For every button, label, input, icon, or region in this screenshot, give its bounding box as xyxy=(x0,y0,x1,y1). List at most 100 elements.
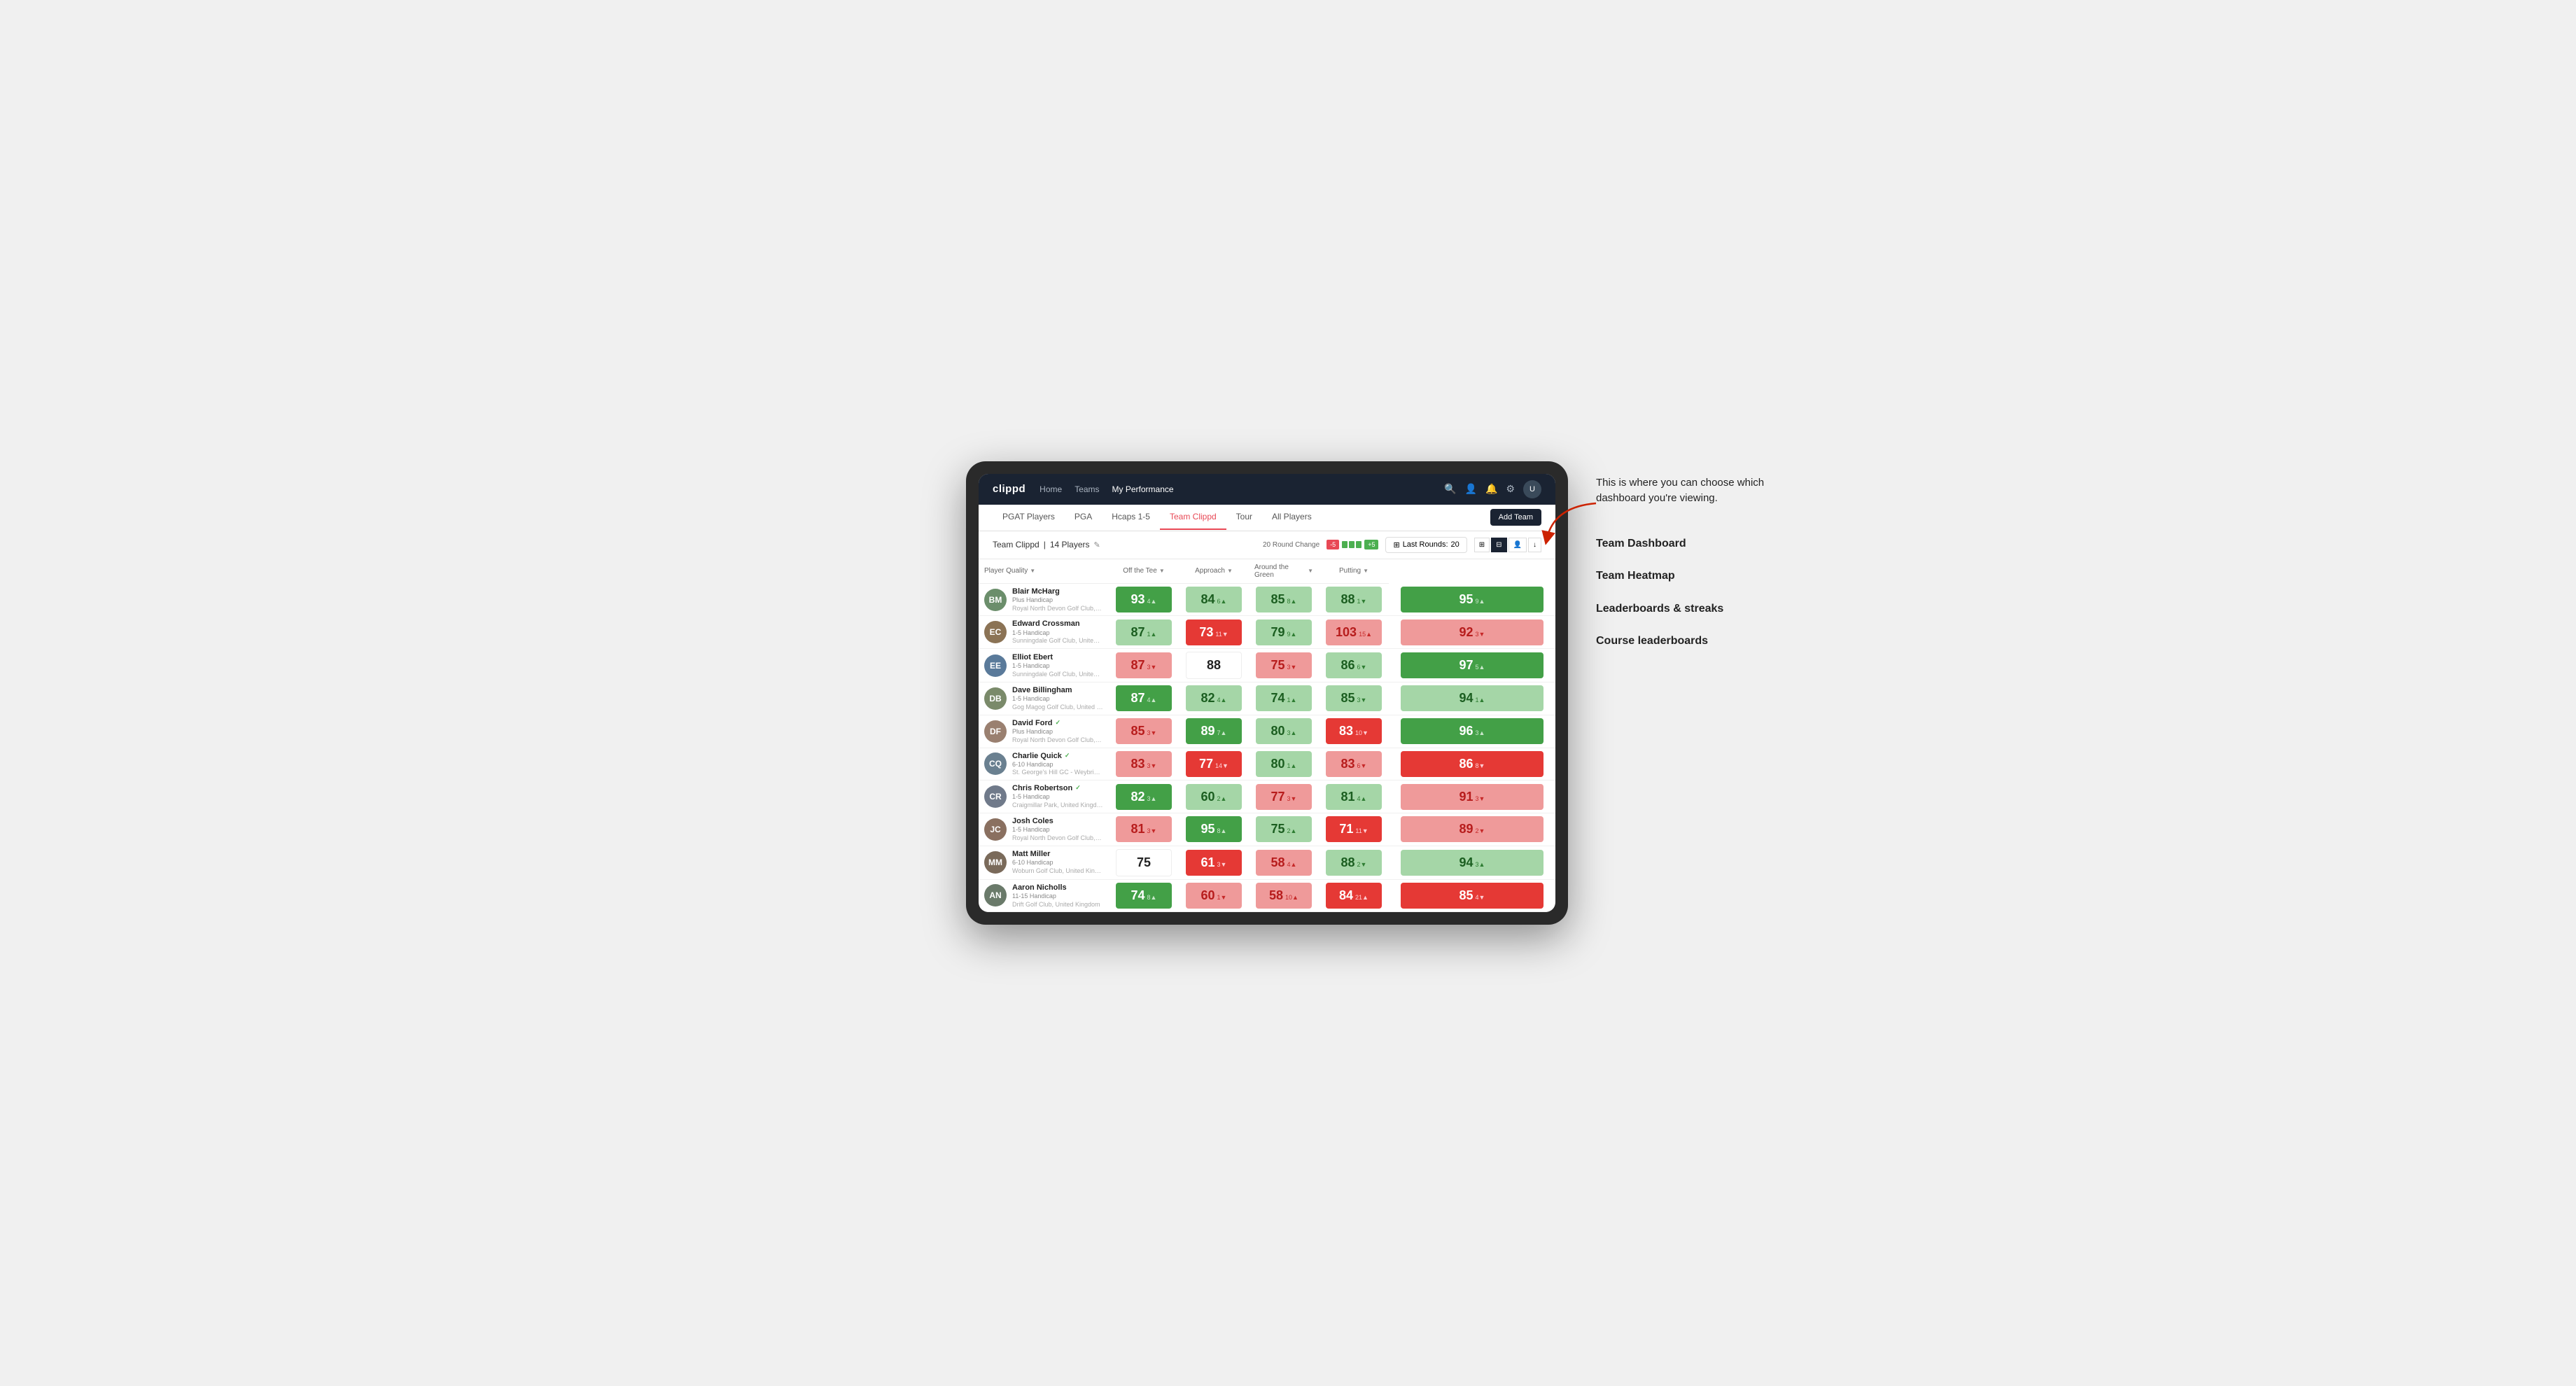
score-cell-6-4[interactable]: 91 3▼ xyxy=(1389,780,1555,813)
score-cell-6-2[interactable]: 77 3▼ xyxy=(1249,780,1319,813)
score-main: 58 xyxy=(1271,855,1285,870)
score-cell-5-0[interactable]: 83 3▼ xyxy=(1109,748,1179,780)
score-cell-5-2[interactable]: 80 1▲ xyxy=(1249,748,1319,780)
score-cell-1-0[interactable]: 87 1▲ xyxy=(1109,616,1179,649)
score-cell-9-3[interactable]: 84 21▲ xyxy=(1319,879,1389,912)
table-row[interactable]: CR Chris Robertson ✓ 1-5 Handicap Craigm… xyxy=(979,780,1555,813)
score-cell-0-0[interactable]: 93 4▲ xyxy=(1109,583,1179,616)
score-main: 60 xyxy=(1201,790,1215,804)
score-cell-9-1[interactable]: 60 1▼ xyxy=(1179,879,1249,912)
table-row[interactable]: AN Aaron Nicholls 11-15 Handicap Drift G… xyxy=(979,879,1555,912)
score-cell-6-1[interactable]: 60 2▲ xyxy=(1179,780,1249,813)
score-main: 71 xyxy=(1339,822,1353,836)
score-change: 4▲ xyxy=(1217,696,1227,704)
score-cell-6-3[interactable]: 81 4▲ xyxy=(1319,780,1389,813)
score-cell-7-1[interactable]: 95 8▲ xyxy=(1179,813,1249,846)
score-box: 82 4▲ xyxy=(1186,685,1241,711)
view-list-button[interactable]: ⊟ xyxy=(1491,538,1506,552)
last-rounds-button[interactable]: ⊞ Last Rounds: 20 xyxy=(1385,537,1466,553)
table-row[interactable]: EC Edward Crossman 1-5 Handicap Sunningd… xyxy=(979,616,1555,649)
search-icon[interactable]: 🔍 xyxy=(1444,483,1456,495)
view-grid-button[interactable]: ⊞ xyxy=(1474,538,1490,552)
score-cell-2-3[interactable]: 86 6▼ xyxy=(1319,649,1389,682)
score-cell-3-1[interactable]: 82 4▲ xyxy=(1179,682,1249,715)
score-cell-3-3[interactable]: 85 3▼ xyxy=(1319,682,1389,715)
score-cell-8-3[interactable]: 88 2▼ xyxy=(1319,846,1389,879)
score-cell-1-4[interactable]: 92 3▼ xyxy=(1389,616,1555,649)
score-change: 3▼ xyxy=(1357,696,1367,704)
subnav-tour[interactable]: Tour xyxy=(1226,505,1262,530)
player-name: Chris Robertson ✓ xyxy=(1012,783,1103,793)
table-row[interactable]: MM Matt Miller 6-10 Handicap Woburn Golf… xyxy=(979,846,1555,879)
subnav-pga[interactable]: PGA xyxy=(1065,505,1102,530)
nav-link-myperformance[interactable]: My Performance xyxy=(1112,484,1174,494)
table-row[interactable]: BM Blair McHarg Plus Handicap Royal Nort… xyxy=(979,583,1555,616)
table-row[interactable]: JC Josh Coles 1-5 Handicap Royal North D… xyxy=(979,813,1555,846)
score-cell-5-3[interactable]: 83 6▼ xyxy=(1319,748,1389,780)
score-cell-3-2[interactable]: 74 1▲ xyxy=(1249,682,1319,715)
score-cell-8-0[interactable]: 75 xyxy=(1109,846,1179,879)
score-cell-4-2[interactable]: 80 3▲ xyxy=(1249,715,1319,748)
table-row[interactable]: EE Elliot Ebert 1-5 Handicap Sunningdale… xyxy=(979,649,1555,682)
score-cell-4-0[interactable]: 85 3▼ xyxy=(1109,715,1179,748)
player-name: Matt Miller xyxy=(1012,849,1103,859)
score-cell-2-0[interactable]: 87 3▼ xyxy=(1109,649,1179,682)
score-cell-9-2[interactable]: 58 10▲ xyxy=(1249,879,1319,912)
player-cell-0: BM Blair McHarg Plus Handicap Royal Nort… xyxy=(979,583,1109,616)
score-cell-4-3[interactable]: 83 10▼ xyxy=(1319,715,1389,748)
table-row[interactable]: CQ Charlie Quick ✓ 6-10 Handicap St. Geo… xyxy=(979,748,1555,780)
user-icon[interactable]: 👤 xyxy=(1465,483,1477,495)
score-cell-7-3[interactable]: 71 11▼ xyxy=(1319,813,1389,846)
edit-icon[interactable]: ✎ xyxy=(1094,540,1100,550)
score-cell-8-1[interactable]: 61 3▼ xyxy=(1179,846,1249,879)
nav-link-home[interactable]: Home xyxy=(1040,484,1062,494)
score-cell-4-1[interactable]: 89 7▲ xyxy=(1179,715,1249,748)
score-cell-7-0[interactable]: 81 3▼ xyxy=(1109,813,1179,846)
score-cell-9-4[interactable]: 85 4▼ xyxy=(1389,879,1555,912)
score-cell-5-1[interactable]: 77 14▼ xyxy=(1179,748,1249,780)
score-cell-0-1[interactable]: 84 6▲ xyxy=(1179,583,1249,616)
score-main: 94 xyxy=(1460,855,1474,870)
player-avatar: JC xyxy=(984,818,1007,841)
score-change: 6▼ xyxy=(1357,664,1367,671)
view-user-button[interactable]: 👤 xyxy=(1508,538,1527,552)
player-name: David Ford ✓ xyxy=(1012,718,1103,728)
score-cell-1-3[interactable]: 103 15▲ xyxy=(1319,616,1389,649)
settings-icon[interactable]: ⚙ xyxy=(1506,483,1515,495)
bell-icon[interactable]: 🔔 xyxy=(1485,483,1497,495)
score-cell-1-2[interactable]: 79 9▲ xyxy=(1249,616,1319,649)
score-cell-5-4[interactable]: 86 8▼ xyxy=(1389,748,1555,780)
player-cell-1: EC Edward Crossman 1-5 Handicap Sunningd… xyxy=(979,616,1109,649)
subnav-teamclippd[interactable]: Team Clippd xyxy=(1160,505,1226,530)
add-team-button[interactable]: Add Team xyxy=(1490,509,1541,526)
nav-link-teams[interactable]: Teams xyxy=(1074,484,1099,494)
table-row[interactable]: DF David Ford ✓ Plus Handicap Royal Nort… xyxy=(979,715,1555,748)
score-cell-0-3[interactable]: 88 1▼ xyxy=(1319,583,1389,616)
score-cell-4-4[interactable]: 96 3▲ xyxy=(1389,715,1555,748)
score-cell-2-2[interactable]: 75 3▼ xyxy=(1249,649,1319,682)
score-change: 11▼ xyxy=(1215,631,1228,638)
score-main: 79 xyxy=(1271,625,1285,640)
score-main: 75 xyxy=(1271,658,1285,673)
score-cell-7-4[interactable]: 89 2▼ xyxy=(1389,813,1555,846)
score-main: 89 xyxy=(1460,822,1474,836)
score-cell-0-2[interactable]: 85 8▲ xyxy=(1249,583,1319,616)
subnav-hcaps[interactable]: Hcaps 1-5 xyxy=(1102,505,1160,530)
score-cell-2-4[interactable]: 97 5▲ xyxy=(1389,649,1555,682)
subnav-pgat[interactable]: PGAT Players xyxy=(993,505,1065,530)
score-cell-2-1[interactable]: 88 xyxy=(1179,649,1249,682)
score-cell-6-0[interactable]: 82 3▲ xyxy=(1109,780,1179,813)
table-row[interactable]: DB Dave Billingham 1-5 Handicap Gog Mago… xyxy=(979,682,1555,715)
score-cell-7-2[interactable]: 75 2▲ xyxy=(1249,813,1319,846)
score-cell-1-1[interactable]: 73 11▼ xyxy=(1179,616,1249,649)
score-cell-3-4[interactable]: 94 1▲ xyxy=(1389,682,1555,715)
subnav-allplayers[interactable]: All Players xyxy=(1262,505,1322,530)
user-avatar[interactable]: U xyxy=(1523,480,1541,498)
score-cell-9-0[interactable]: 74 8▲ xyxy=(1109,879,1179,912)
score-cell-3-0[interactable]: 87 4▲ xyxy=(1109,682,1179,715)
score-cell-8-2[interactable]: 58 4▲ xyxy=(1249,846,1319,879)
score-cell-8-4[interactable]: 94 3▲ xyxy=(1389,846,1555,879)
score-cell-0-4[interactable]: 95 9▲ xyxy=(1389,583,1555,616)
player-handicap: Plus Handicap xyxy=(1012,596,1103,605)
score-change: 14▼ xyxy=(1215,762,1228,769)
